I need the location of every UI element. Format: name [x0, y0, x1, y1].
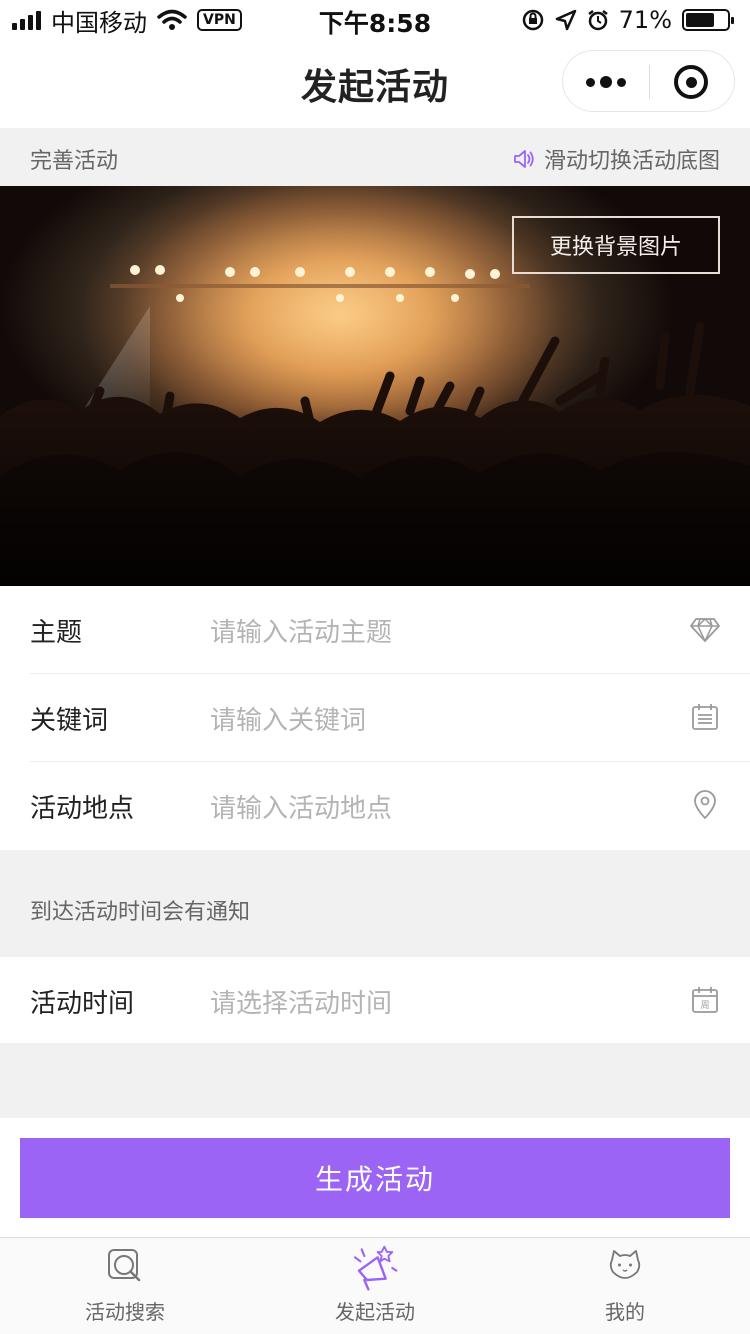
tab-mine[interactable]: 我的	[500, 1238, 750, 1334]
form-row-location[interactable]: 活动地点 请输入活动地点	[0, 762, 750, 850]
mini-program-capsule	[562, 50, 735, 112]
target-icon	[674, 65, 708, 99]
calendar-icon: 周	[692, 987, 718, 1013]
time-label: 活动时间	[30, 989, 135, 1019]
location-input[interactable]: 请输入活动地点	[210, 788, 392, 825]
tab-label: 活动搜索	[85, 1300, 165, 1324]
swipe-hint: 滑动切换活动底图	[512, 143, 720, 175]
time-picker[interactable]: 请选择活动时间	[210, 983, 392, 1020]
search-icon	[108, 1249, 141, 1282]
more-dot-icon	[586, 77, 595, 87]
location-arrow-icon	[555, 9, 576, 31]
battery-icon	[682, 9, 734, 31]
tab-label: 我的	[605, 1300, 645, 1324]
more-dot-icon	[617, 77, 626, 87]
alarm-icon	[587, 10, 608, 31]
section-label: 完善活动	[30, 149, 119, 174]
megaphone-icon	[353, 1245, 398, 1291]
tab-activity-search[interactable]: 活动搜索	[0, 1238, 250, 1334]
more-button[interactable]	[563, 51, 649, 113]
more-dot-icon	[600, 76, 612, 88]
diamond-icon	[690, 618, 720, 642]
theme-label: 主题	[30, 618, 83, 648]
status-bar: 中国移动 VPN 下午8:58 71%	[0, 0, 750, 40]
form-row-time[interactable]: 活动时间 请选择活动时间 周	[0, 957, 750, 1045]
activity-background-image[interactable]: 更换背景图片	[0, 186, 750, 586]
tab-bar: 活动搜索 发起活动 我的	[0, 1237, 750, 1334]
calendar-glyph: 周	[700, 1000, 709, 1011]
notepad-icon	[692, 704, 718, 730]
rotation-lock-icon	[522, 9, 543, 31]
cat-face-icon	[609, 1250, 641, 1279]
form-row-theme[interactable]: 主题 请输入活动主题	[0, 586, 750, 674]
notice-text: 到达活动时间会有通知	[30, 900, 251, 925]
swipe-hint-text: 滑动切换活动底图	[543, 149, 720, 174]
keywords-input[interactable]: 请输入关键词	[210, 700, 366, 737]
battery-percent: 71%	[618, 6, 672, 34]
theme-input[interactable]: 请输入活动主题	[210, 612, 392, 649]
form-row-keywords[interactable]: 关键词 请输入关键词	[0, 674, 750, 762]
tab-label: 发起活动	[335, 1300, 415, 1324]
tab-create-activity[interactable]: 发起活动	[250, 1238, 500, 1334]
info-strip: 完善活动 滑动切换活动底图	[0, 128, 750, 186]
speaker-icon	[514, 150, 534, 168]
generate-activity-button[interactable]: 生成活动	[20, 1138, 730, 1218]
keywords-label: 关键词	[30, 706, 109, 736]
spacer-section	[0, 1043, 750, 1118]
location-pin-icon	[694, 790, 716, 820]
close-button[interactable]	[648, 51, 734, 113]
notice-section: 到达活动时间会有通知	[0, 850, 750, 957]
change-background-button[interactable]: 更换背景图片	[512, 216, 720, 274]
nav-bar: 发起活动	[0, 40, 750, 128]
location-label: 活动地点	[30, 794, 135, 824]
